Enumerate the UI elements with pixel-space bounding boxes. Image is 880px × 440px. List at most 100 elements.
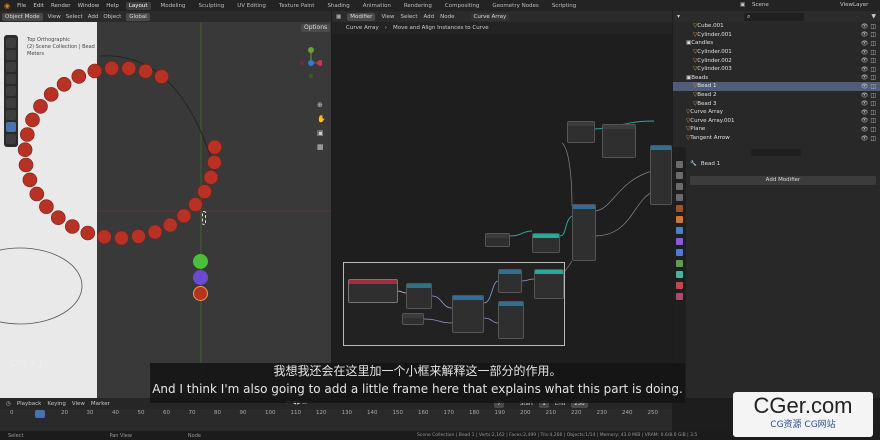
bead[interactable]: [25, 112, 40, 128]
world-tab-icon[interactable]: [676, 216, 683, 223]
bead[interactable]: [121, 61, 137, 76]
bead[interactable]: [207, 139, 223, 155]
tab-sculpting[interactable]: Sculpting: [196, 2, 228, 10]
node-main[interactable]: [572, 204, 596, 261]
properties-editor[interactable]: 🔧 Bead 1 Add Modifier: [673, 147, 880, 398]
timeline-menu-marker[interactable]: Marker: [91, 401, 110, 407]
timeline-ruler[interactable]: 0102030405060708090100110120130140150160…: [0, 410, 672, 420]
properties-search-input[interactable]: [751, 149, 801, 156]
outliner-funnel-icon[interactable]: ▼: [871, 13, 876, 20]
transform-tool-icon[interactable]: [6, 98, 16, 108]
bead-purple[interactable]: [193, 270, 208, 285]
bead[interactable]: [43, 87, 59, 102]
bead[interactable]: [71, 69, 87, 84]
perspective-grid-icon[interactable]: ▦: [317, 140, 326, 154]
zoom-icon[interactable]: ⊕: [317, 98, 326, 112]
tab-geometry-nodes[interactable]: Geometry Nodes: [489, 2, 541, 10]
scene-selector[interactable]: Scene: [752, 2, 769, 8]
bead[interactable]: [207, 155, 222, 170]
blender-logo-icon[interactable]: ◉: [4, 2, 10, 10]
view-layer-selector[interactable]: ViewLayer: [840, 2, 868, 8]
bead[interactable]: [162, 217, 178, 233]
bead[interactable]: [131, 229, 146, 244]
menu-help[interactable]: Help: [106, 3, 119, 9]
visibility-toggles[interactable]: 👁 ◫: [861, 135, 876, 142]
bead[interactable]: [114, 230, 129, 246]
physics-tab-icon[interactable]: [676, 249, 683, 256]
view-layer-tab-icon[interactable]: [676, 194, 683, 201]
visibility-toggles[interactable]: 👁 ◫: [861, 57, 876, 64]
node-object-info[interactable]: [602, 124, 636, 158]
select-box-tool-icon[interactable]: [6, 38, 16, 48]
menu-edit[interactable]: Edit: [33, 3, 44, 9]
visibility-toggles[interactable]: 👁 ◫: [861, 74, 876, 81]
material-tab-icon[interactable]: [676, 282, 683, 289]
viewport-3d[interactable]: Object Mode View Select Add Object Globa…: [0, 11, 331, 398]
bead[interactable]: [80, 225, 96, 241]
bead[interactable]: [176, 208, 192, 224]
playhead[interactable]: [35, 410, 45, 418]
bead[interactable]: [18, 157, 34, 173]
visibility-toggles[interactable]: 👁 ◫: [861, 100, 876, 107]
bead[interactable]: [147, 224, 163, 240]
node-frame[interactable]: [343, 262, 565, 346]
add-cube-tool-icon[interactable]: [6, 134, 16, 144]
outliner-item[interactable]: ▽ Cylinder.001 👁 ◫: [673, 31, 880, 40]
move-tool-icon[interactable]: [6, 62, 16, 72]
visibility-toggles[interactable]: 👁 ◫: [861, 40, 876, 47]
outliner-item[interactable]: ▽ Bead 2 👁 ◫: [673, 91, 880, 100]
output-tab-icon[interactable]: [676, 183, 683, 190]
bead[interactable]: [104, 60, 119, 76]
tool-tab-icon[interactable]: [676, 161, 683, 168]
outliner-filter-icon[interactable]: ▾: [677, 13, 680, 20]
bead[interactable]: [50, 210, 66, 225]
scene-tab-icon[interactable]: [676, 205, 683, 212]
visibility-toggles[interactable]: 👁 ◫: [861, 31, 876, 38]
bead[interactable]: [188, 197, 203, 212]
node-teal[interactable]: [532, 233, 560, 253]
tab-rendering[interactable]: Rendering: [401, 2, 435, 10]
timeline-menu-keying[interactable]: Keying: [47, 401, 65, 407]
outliner-search-input[interactable]: ⌕: [744, 12, 805, 21]
tab-scripting[interactable]: Scripting: [549, 2, 579, 10]
visibility-toggles[interactable]: 👁 ◫: [861, 126, 876, 133]
bead[interactable]: [39, 199, 54, 214]
outliner-item[interactable]: ▣ Beads 👁 ◫: [673, 74, 880, 83]
bead[interactable]: [29, 186, 45, 202]
camera-icon[interactable]: ▣: [317, 126, 326, 140]
tab-shading[interactable]: Shading: [324, 2, 352, 10]
constraints-tab-icon[interactable]: [676, 260, 683, 267]
render-tab-icon[interactable]: [676, 172, 683, 179]
outliner-item[interactable]: ▽ Tangent Arrow 👁 ◫: [673, 134, 880, 143]
outliner-item[interactable]: ▣ Candles 👁 ◫: [673, 39, 880, 48]
tab-texture-paint[interactable]: Texture Paint: [276, 2, 318, 10]
node-stack[interactable]: [650, 145, 672, 205]
outliner-item[interactable]: ▽ Plane 👁 ◫: [673, 125, 880, 134]
add-modifier-button[interactable]: Add Modifier: [690, 176, 876, 185]
outliner-item[interactable]: ▽ Curve Array.001 👁 ◫: [673, 117, 880, 126]
visibility-toggles[interactable]: 👁 ◫: [861, 66, 876, 73]
bead-red-selected[interactable]: [193, 286, 208, 301]
visibility-toggles[interactable]: 👁 ◫: [861, 49, 876, 56]
timeline-menu-view[interactable]: View: [72, 401, 85, 407]
texture-tab-icon[interactable]: [676, 293, 683, 300]
bead[interactable]: [65, 219, 80, 234]
visibility-toggles[interactable]: 👁 ◫: [861, 109, 876, 116]
measure-tool-icon[interactable]: [6, 122, 16, 132]
visibility-toggles[interactable]: 👁 ◫: [861, 92, 876, 99]
bead[interactable]: [97, 229, 112, 245]
scale-tool-icon[interactable]: [6, 86, 16, 96]
bead[interactable]: [154, 69, 169, 84]
visibility-toggles[interactable]: 👁 ◫: [861, 23, 876, 30]
timeline-menu-playback[interactable]: Playback: [17, 401, 42, 407]
bead[interactable]: [138, 63, 153, 79]
bead[interactable]: [33, 99, 48, 114]
menu-file[interactable]: File: [17, 3, 26, 9]
cursor-tool-icon[interactable]: [6, 50, 16, 60]
rotate-tool-icon[interactable]: [6, 74, 16, 84]
outliner-item[interactable]: ▽ Cylinder.001 👁 ◫: [673, 48, 880, 57]
annotate-tool-icon[interactable]: [6, 110, 16, 120]
menu-render[interactable]: Render: [51, 3, 71, 9]
bead-green[interactable]: [193, 254, 208, 269]
navigation-gizmo[interactable]: [300, 45, 322, 90]
